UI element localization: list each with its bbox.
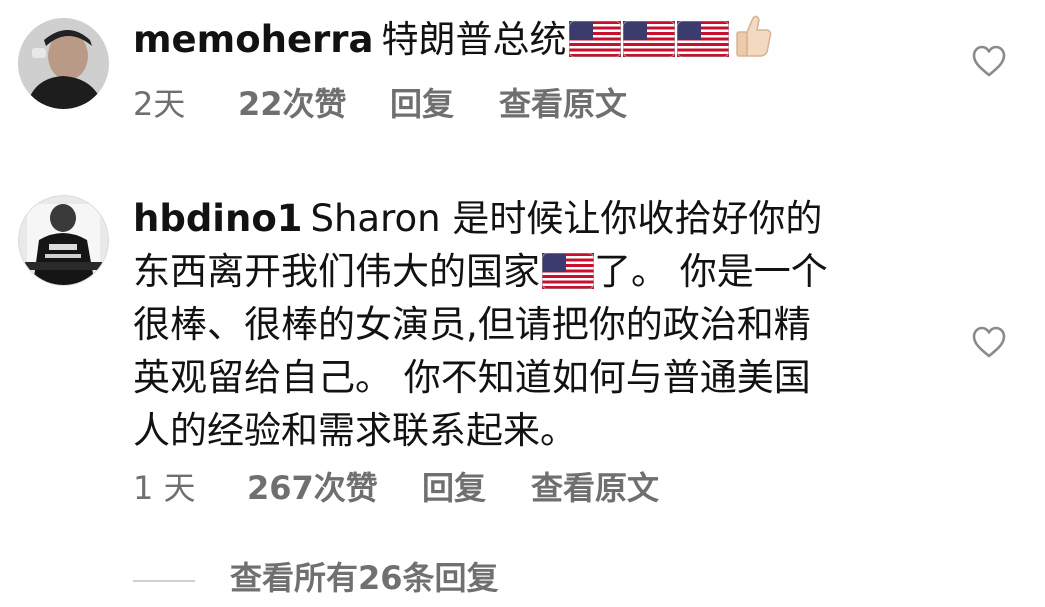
us-flag-icon bbox=[568, 21, 621, 57]
comment-line: 很棒、很棒的女演员,但请把你的政治和精 bbox=[133, 303, 811, 346]
comment-text: hbdino1 Sharon 是时候让你收拾好你的 东西离开我们伟大的国家 了。 你… bbox=[133, 192, 943, 457]
username[interactable]: memoherra bbox=[133, 18, 374, 61]
view-original-button[interactable]: 查看原文 bbox=[499, 84, 627, 124]
comment-line: 英观留给自己。 你不知道如何与普通美国 bbox=[133, 356, 811, 399]
comment-line: 东西离开我们伟大的国家 bbox=[133, 250, 540, 293]
timestamp: 1 天 bbox=[133, 469, 196, 507]
timestamp: 2天 bbox=[133, 85, 186, 123]
heart-icon[interactable] bbox=[971, 44, 1007, 78]
view-original-button[interactable]: 查看原文 bbox=[531, 468, 659, 508]
comment-line: 人的经验和需求联系起来。 bbox=[133, 409, 577, 452]
avatar[interactable] bbox=[18, 18, 109, 109]
reply-button[interactable]: 回复 bbox=[390, 84, 454, 124]
comment-body: 特朗普总统 bbox=[381, 18, 567, 61]
username[interactable]: hbdino1 bbox=[133, 197, 303, 240]
comment-text: memoherra 特朗普总统 bbox=[133, 13, 933, 66]
us-flag-icon bbox=[676, 21, 729, 57]
comment-line: Sharon 是时候让你收拾好你的 bbox=[310, 197, 823, 240]
reply-button[interactable]: 回复 bbox=[422, 468, 486, 508]
comment-line: 了。 你是一个 bbox=[594, 250, 828, 293]
divider-line bbox=[133, 580, 195, 582]
like-count[interactable]: 267次赞 bbox=[247, 468, 378, 508]
us-flag-icon bbox=[622, 21, 675, 57]
view-all-replies-label[interactable]: 查看所有26条回复 bbox=[230, 558, 499, 598]
view-all-replies[interactable]: 查看所有26条回复 bbox=[133, 547, 633, 607]
like-count[interactable]: 22次赞 bbox=[238, 84, 347, 124]
heart-icon[interactable] bbox=[971, 325, 1007, 359]
us-flag-icon bbox=[542, 253, 594, 289]
avatar[interactable] bbox=[18, 195, 109, 286]
thumbs-up-icon bbox=[735, 15, 771, 57]
